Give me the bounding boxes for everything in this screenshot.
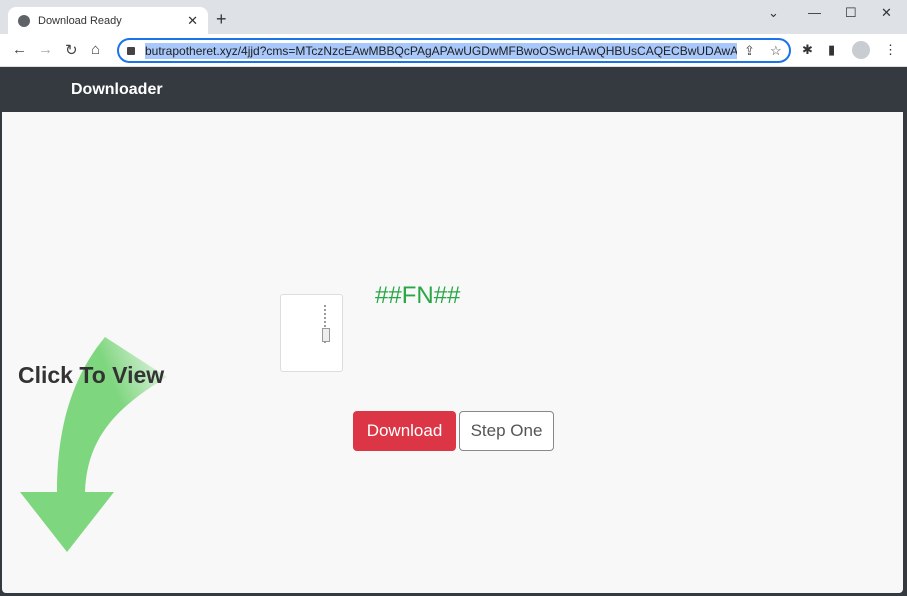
back-icon[interactable]: ← [12,41,27,58]
brand[interactable]: Downloader [71,81,163,99]
file-name: ##FN## [375,282,461,309]
maximize-button[interactable]: ☐ [845,5,857,21]
forward-icon[interactable]: → [38,41,53,58]
extensions-icon[interactable]: ✱ [802,42,813,58]
url-text[interactable]: butrapotheret.xyz/4jjd?cms=MTczNzcEAwMBB… [145,42,737,59]
download-button[interactable]: Download [353,411,456,451]
menu-icon[interactable]: ⋮ [884,42,897,58]
close-tab-icon[interactable]: ✕ [187,13,198,29]
tab-title: Download Ready [38,14,122,27]
new-tab-button[interactable]: + [216,9,227,30]
side-panel-icon[interactable]: ▮ [828,42,835,58]
page-content: Downloader ##FN## Download Step One Clic… [0,67,907,596]
reload-icon[interactable]: ↻ [65,41,78,59]
profile-avatar[interactable] [852,41,870,59]
click-to-view-label[interactable]: Click To View [18,362,164,389]
bookmark-star-icon[interactable]: ☆ [770,43,782,59]
navbar: Downloader [0,67,907,112]
browser-toolbar: ← → ↻ ⌂ butrapotheret.xyz/4jjd?cms=MTczN… [0,34,907,67]
home-icon[interactable]: ⌂ [91,41,100,58]
tab-download-ready[interactable]: Download Ready ✕ [8,7,208,34]
globe-icon [18,14,30,27]
step-one-button[interactable]: Step One [459,411,554,451]
lock-icon[interactable] [127,46,135,55]
zip-file-icon [280,294,343,372]
address-bar[interactable]: butrapotheret.xyz/4jjd?cms=MTczNzcEAwMBB… [117,38,791,63]
download-panel: ##FN## Download Step One Click To View [2,112,903,593]
close-window-button[interactable]: ✕ [881,5,892,21]
tab-search-icon[interactable]: ⌄ [768,5,779,21]
tab-strip: Download Ready ✕ + ⌄ — ☐ ✕ [0,0,907,34]
share-icon[interactable]: ⇪ [744,43,755,59]
minimize-button[interactable]: — [808,5,821,20]
